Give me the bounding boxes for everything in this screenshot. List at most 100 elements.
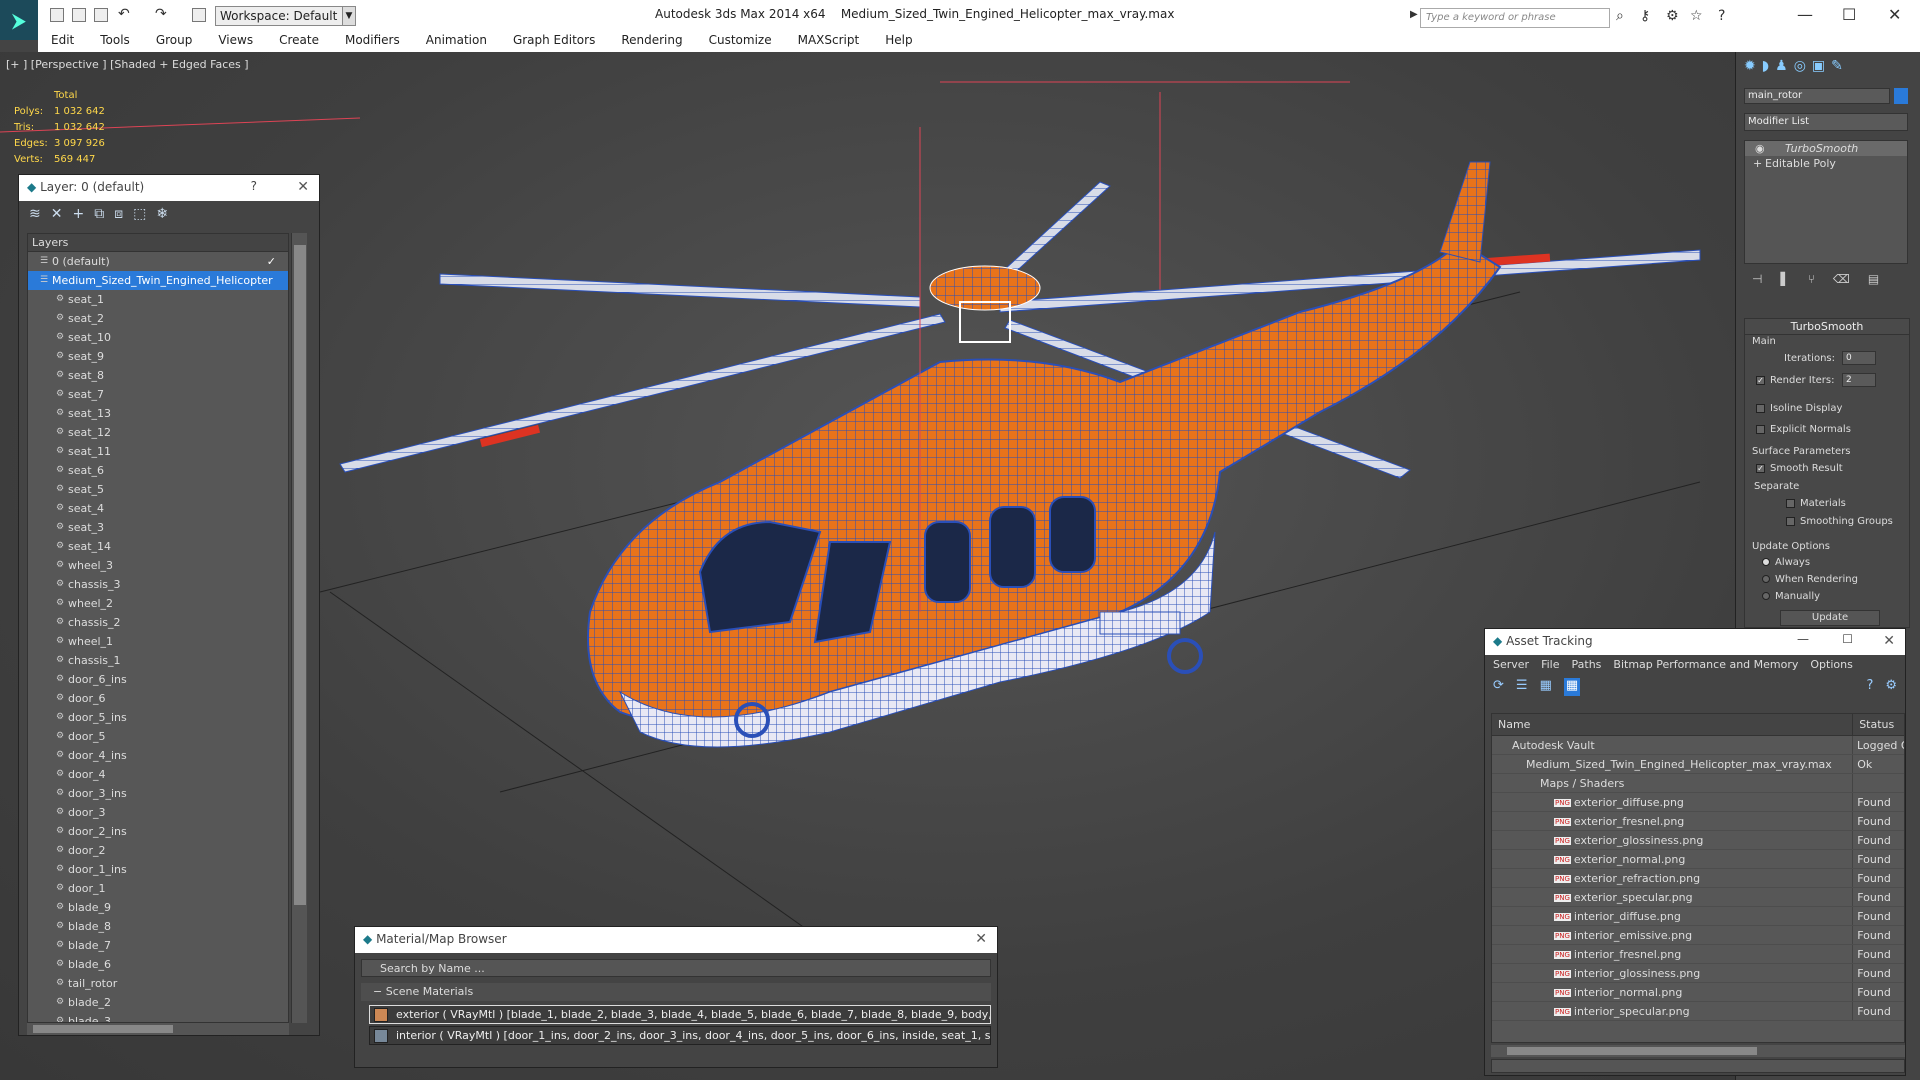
search-input[interactable]: Type a keyword or phrase [1420,8,1610,28]
modifier-editable-poly[interactable]: + Editable Poly [1745,156,1907,171]
utilities-tab-icon[interactable]: ✎ [1831,58,1843,76]
layer-object-item[interactable]: ⚙ blade_6 [28,955,288,974]
layer-object-item[interactable]: ⚙ door_3 [28,803,288,822]
layer-list-scrollbar[interactable] [291,233,307,1023]
asset-row[interactable]: PNG exterior_glossiness.png Found [1492,831,1904,850]
layer-helicopter[interactable]: ☰ Medium_Sized_Twin_Engined_Helicopter [28,271,288,290]
close-icon[interactable]: ✕ [975,931,987,947]
minimize-icon[interactable]: — [1797,632,1809,646]
layer-object-item[interactable]: ⚙ door_2_ins [28,822,288,841]
open-file-icon[interactable] [72,8,86,22]
asset-row[interactable]: PNG interior_glossiness.png Found [1492,964,1904,983]
layer-object-item[interactable]: ⚙ chassis_3 [28,575,288,594]
maximize-icon[interactable]: ☐ [1842,5,1856,24]
layer-object-item[interactable]: ⚙ door_5 [28,727,288,746]
layer-object-item[interactable]: ⚙ door_4_ins [28,746,288,765]
asset-row[interactable]: PNG interior_fresnel.png Found [1492,945,1904,964]
layer-object-item[interactable]: ⚙ blade_7 [28,936,288,955]
object-color-swatch[interactable] [1894,88,1908,104]
app-logo-icon[interactable]: ⮞ [0,0,38,40]
close-icon[interactable]: ✕ [1883,633,1895,649]
menu-modifiers[interactable]: Modifiers [332,30,413,52]
layer-object-item[interactable]: ⚙ tail_rotor [28,974,288,993]
create-layer-icon[interactable]: ≋ [29,206,41,224]
layer-object-item[interactable]: ⚙ seat_1 [28,290,288,309]
asset-menu-bitmap[interactable]: Bitmap Performance and Memory [1613,658,1798,672]
object-name-field[interactable]: main_rotor [1744,88,1890,104]
exchange-icon[interactable]: ⚙ [1666,8,1679,24]
layer-object-item[interactable]: ⚙ seat_11 [28,442,288,461]
layer-object-item[interactable]: ⚙ door_2 [28,841,288,860]
layer-object-item[interactable]: ⚙ chassis_1 [28,651,288,670]
layer-object-item[interactable]: ⚙ seat_13 [28,404,288,423]
close-icon[interactable]: ✕ [297,179,309,195]
save-file-icon[interactable] [94,8,108,22]
asset-row[interactable]: PNG exterior_refraction.png Found [1492,869,1904,888]
menu-tools[interactable]: Tools [87,30,143,52]
checkmark-icon[interactable]: ✓ [267,252,276,271]
select-objects-icon[interactable]: ⧉ [94,206,104,224]
menu-animation[interactable]: Animation [413,30,500,52]
menu-help[interactable]: Help [872,30,925,52]
render-iters-checkbox[interactable]: ✓ Render Iters: [1756,375,1835,386]
asset-menu-paths[interactable]: Paths [1572,658,1602,672]
asset-menu-options[interactable]: Options [1810,658,1852,672]
workspace-dropdown[interactable]: Workspace: Default [215,6,350,26]
menu-create[interactable]: Create [266,30,332,52]
asset-row[interactable]: PNG interior_specular.png Found [1492,1002,1904,1021]
asset-path-field[interactable] [1491,1059,1905,1073]
asset-menu-file[interactable]: File [1541,658,1559,672]
asset-row[interactable]: PNG exterior_normal.png Found [1492,850,1904,869]
hide-all-icon[interactable]: ⬚ [133,206,146,224]
show-end-result-icon[interactable]: ▌ [1780,272,1789,286]
layer-object-item[interactable]: ⚙ seat_5 [28,480,288,499]
viewport-label[interactable]: [+ ] [Perspective ] [Shaded + Edged Face… [6,58,249,71]
rollout-header[interactable]: TurboSmooth [1745,319,1909,335]
layer-object-item[interactable]: ⚙ blade_9 [28,898,288,917]
materials-checkbox[interactable]: Materials [1786,498,1846,509]
asset-row[interactable]: Autodesk Vault Logged O [1492,736,1904,755]
asset-menu-server[interactable]: Server [1493,658,1529,672]
layer-object-item[interactable]: ⚙ door_5_ins [28,708,288,727]
star-icon[interactable]: ☆ [1690,8,1703,24]
modifier-stack[interactable]: ◉ TurboSmooth + Editable Poly [1744,140,1908,264]
chevron-down-icon[interactable]: ▼ [342,6,356,26]
modifier-turbosmooth[interactable]: ◉ TurboSmooth [1745,141,1907,156]
maximize-icon[interactable]: ☐ [1842,632,1853,646]
layer-object-item[interactable]: ⚙ seat_4 [28,499,288,518]
layer-object-item[interactable]: ⚙ wheel_1 [28,632,288,651]
menu-edit[interactable]: Edit [38,30,87,52]
list-view-icon[interactable]: ☰ [1516,678,1528,696]
collapse-icon[interactable]: − [373,985,386,998]
help-icon[interactable]: ? [1866,678,1873,696]
motion-tab-icon[interactable]: ◎ [1794,58,1806,76]
close-icon[interactable]: ✕ [1888,5,1901,24]
layer-object-item[interactable]: ⚙ seat_12 [28,423,288,442]
layer-object-item[interactable]: ⚙ seat_14 [28,537,288,556]
pin-stack-icon[interactable]: ⊣ [1752,272,1762,286]
scene-materials-group[interactable]: − Scene Materials [361,983,991,1001]
layer-object-item[interactable]: ⚙ door_1 [28,879,288,898]
layer-object-item[interactable]: ⚙ blade_3 [28,1012,288,1022]
project-folder-icon[interactable] [192,8,206,22]
layer-object-item[interactable]: ⚙ seat_10 [28,328,288,347]
display-tab-icon[interactable]: ▣ [1812,58,1825,76]
render-iters-spinner[interactable]: 2 [1842,373,1876,387]
layer-object-item[interactable]: ⚙ wheel_3 [28,556,288,575]
menu-rendering[interactable]: Rendering [608,30,695,52]
undo-icon[interactable]: ↶ [118,6,130,22]
update-button[interactable]: Update [1780,610,1880,626]
new-file-icon[interactable] [50,8,64,22]
asset-hscrollbar[interactable] [1491,1045,1905,1057]
layer-list-hscrollbar[interactable] [27,1023,289,1035]
asset-row[interactable]: PNG interior_normal.png Found [1492,983,1904,1002]
help-icon[interactable]: ? [1718,8,1725,24]
add-to-layer-icon[interactable]: + [72,206,84,224]
lightbulb-icon[interactable]: ◉ [1755,142,1765,155]
layer-default[interactable]: ☰ 0 (default) ✓ [28,252,288,271]
hierarchy-tab-icon[interactable]: ♟ [1775,58,1788,76]
asset-row[interactable]: Maps / Shaders [1492,774,1904,793]
material-item-exterior[interactable]: exterior ( VRayMtl ) [blade_1, blade_2, … [369,1005,991,1024]
asset-row[interactable]: PNG exterior_diffuse.png Found [1492,793,1904,812]
menu-group[interactable]: Group [143,30,206,52]
